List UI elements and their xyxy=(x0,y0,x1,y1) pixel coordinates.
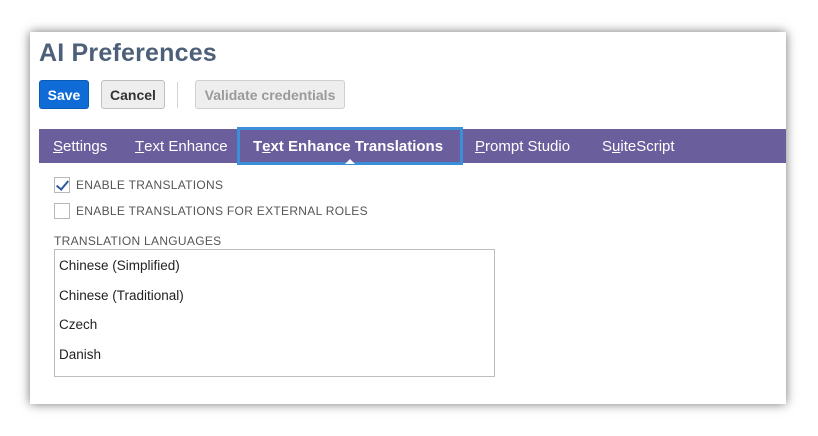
enable-external-roles-checkbox[interactable] xyxy=(54,203,70,219)
enable-external-roles-row: ENABLE TRANSLATIONS FOR EXTERNAL ROLES xyxy=(54,203,368,219)
validate-credentials-button[interactable]: Validate credentials xyxy=(195,80,345,109)
page-title: AI Preferences xyxy=(39,39,217,67)
tab-bar: Settings Text Enhance Te xt Enhance Trans… xyxy=(39,127,786,165)
tab-prompt-studio-mnemonic: P xyxy=(475,137,486,155)
tab-text-enhance-mnemonic: T xyxy=(135,137,145,155)
tab-text-enhance[interactable]: Text Enhance xyxy=(135,129,228,163)
tab-settings-mnemonic: S xyxy=(53,137,64,155)
translation-languages-listbox[interactable]: Chinese (Simplified) Chinese (Traditiona… xyxy=(54,249,495,377)
tab-suitescript-mnemonic: u xyxy=(612,137,621,155)
toolbar-divider xyxy=(177,82,178,108)
tab-suitescript-label: iteScript xyxy=(620,137,675,155)
enable-external-roles-label: ENABLE TRANSLATIONS FOR EXTERNAL ROLES xyxy=(76,204,368,218)
tab-suitescript[interactable]: Su iteScript xyxy=(602,129,675,163)
enable-translations-row: ENABLE TRANSLATIONS xyxy=(54,177,223,193)
tab-text-enhance-label: ext Enhance xyxy=(144,137,228,155)
list-item[interactable]: Czech xyxy=(55,310,494,340)
tab-prompt-studio[interactable]: Prompt Studio xyxy=(475,129,570,163)
tab-prompt-studio-label: rompt Studio xyxy=(485,137,571,155)
active-tab-caret-icon xyxy=(345,159,355,164)
save-button[interactable]: Save xyxy=(39,80,89,109)
tab-suitescript-prefix: S xyxy=(602,137,613,155)
tab-text-enhance-translations[interactable]: Te xt Enhance Translations xyxy=(237,127,463,165)
tab-settings-label: ettings xyxy=(63,137,108,155)
cancel-button[interactable]: Cancel xyxy=(101,80,165,109)
list-item[interactable]: Chinese (Simplified) xyxy=(55,251,494,281)
tab-translations-mnemonic: e xyxy=(262,137,271,155)
translation-languages-label: TRANSLATION LANGUAGES xyxy=(54,234,222,248)
preferences-panel: AI Preferences Save Cancel Validate cred… xyxy=(30,32,786,404)
tab-translations-label: xt Enhance Translations xyxy=(270,137,444,155)
list-item[interactable]: Chinese (Traditional) xyxy=(55,281,494,311)
tab-translations-prefix: T xyxy=(253,137,263,155)
tab-settings[interactable]: Settings xyxy=(53,129,107,163)
list-item[interactable]: Danish xyxy=(55,340,494,370)
enable-translations-checkbox[interactable] xyxy=(54,177,70,193)
enable-translations-label: ENABLE TRANSLATIONS xyxy=(76,178,224,192)
